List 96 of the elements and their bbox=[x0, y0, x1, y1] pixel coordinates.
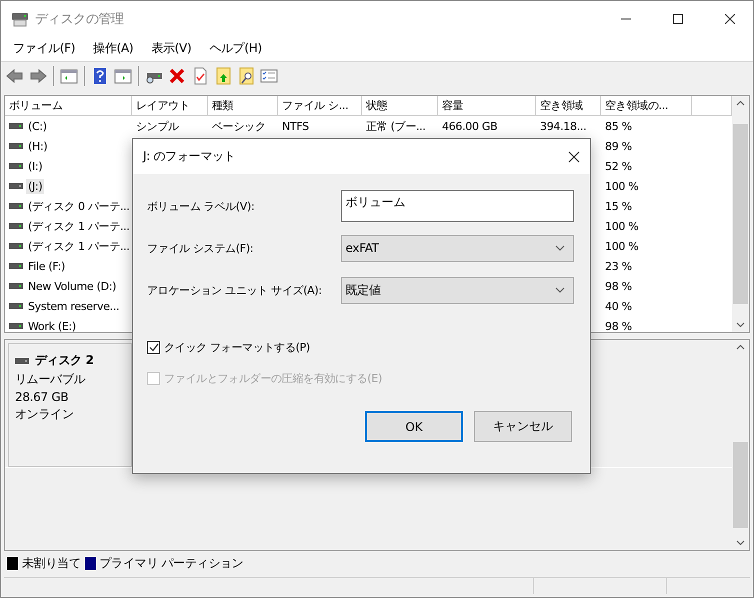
dropdown[interactable]: exFAT bbox=[340, 234, 574, 262]
table-cell: NTFS bbox=[282, 120, 309, 132]
field-label: ボリューム ラベル(V): bbox=[147, 198, 256, 214]
table-cell-text: System reserve... bbox=[27, 298, 120, 314]
pane-icon[interactable] bbox=[114, 66, 132, 84]
drive-icon bbox=[9, 243, 23, 249]
table-cell: 98 % bbox=[605, 320, 632, 332]
table-cell-text: (ディスク 1 パーテ... bbox=[27, 218, 131, 234]
scroll-up-icon[interactable] bbox=[736, 344, 745, 350]
caret-icon bbox=[555, 287, 565, 293]
table-cell: 52 % bbox=[605, 160, 632, 172]
field-label: ファイル システム(F): bbox=[147, 240, 254, 256]
table-cell: 98 % bbox=[605, 280, 632, 292]
table-cell-text: (H:) bbox=[27, 138, 48, 154]
legend-label: 未割り当て bbox=[22, 554, 81, 572]
table-cell: 394.18... bbox=[540, 120, 586, 132]
disk-info-panel[interactable]: ディスク 2 リムーバブル 28.67 GB オンライン bbox=[8, 343, 132, 467]
drive-icon bbox=[9, 223, 23, 229]
table-cell-text: New Volume (D:) bbox=[27, 278, 118, 294]
dropdown[interactable]: 既定値 bbox=[340, 276, 574, 304]
disk-status: オンライン bbox=[15, 406, 75, 423]
window-title: ディスクの管理 bbox=[35, 10, 125, 28]
checkbox-label: クイック フォーマットする(P) bbox=[164, 340, 310, 355]
table-cell: シンプル bbox=[136, 118, 179, 134]
table-cell: 89 % bbox=[605, 140, 632, 152]
column-header[interactable]: 種類 bbox=[208, 96, 278, 116]
column-header[interactable]: 容量 bbox=[438, 96, 536, 116]
disk-drive-icon bbox=[11, 10, 29, 26]
scrollbar[interactable] bbox=[732, 96, 749, 332]
column-header[interactable]: ボリューム bbox=[5, 96, 132, 116]
folder-up-icon[interactable] bbox=[214, 66, 232, 84]
column-header[interactable]: レイアウト bbox=[132, 96, 208, 116]
table-cell-text: File (F:) bbox=[27, 258, 66, 274]
menu-item[interactable]: 操作(A) bbox=[85, 40, 142, 57]
dropdown-value: exFAT bbox=[346, 241, 379, 255]
scrollbar-thumb[interactable] bbox=[733, 124, 748, 304]
table-cell: 100 % bbox=[605, 180, 638, 192]
drive-icon bbox=[9, 303, 23, 309]
close-icon[interactable] bbox=[568, 150, 580, 162]
table-cell: 15 % bbox=[605, 200, 632, 212]
drive-icon bbox=[9, 123, 23, 129]
table-cell: (J:) bbox=[26, 178, 44, 194]
dropdown-value: 既定値 bbox=[346, 282, 381, 298]
column-header[interactable]: ファイル シ... bbox=[278, 96, 362, 116]
table-cell-text: (I:) bbox=[27, 158, 44, 174]
column-header[interactable]: 空き領域 bbox=[536, 96, 601, 116]
field-label: アロケーション ユニット サイズ(A): bbox=[147, 282, 323, 298]
table-cell: 23 % bbox=[605, 260, 632, 272]
table-cell-text: (C:) bbox=[27, 118, 48, 134]
input-field[interactable]: ボリューム bbox=[340, 190, 574, 222]
table-cell-text: (ディスク 1 パーテ... bbox=[27, 238, 131, 254]
dialog-title: J: のフォーマット bbox=[143, 148, 236, 165]
dialog-button[interactable]: キャンセル bbox=[474, 411, 572, 442]
disk-type: リムーバブル bbox=[15, 371, 86, 388]
drive-icon bbox=[9, 283, 23, 289]
delete-icon[interactable] bbox=[168, 66, 186, 84]
drive-icon bbox=[9, 183, 23, 189]
drive-icon bbox=[9, 263, 23, 269]
menu-item[interactable]: ファイル(F) bbox=[5, 40, 84, 57]
drive-icon bbox=[9, 203, 23, 209]
drive-icon bbox=[9, 143, 23, 149]
forward-arrow-icon[interactable] bbox=[29, 66, 47, 84]
folder-search-icon[interactable] bbox=[237, 66, 255, 84]
scroll-down-icon[interactable] bbox=[736, 322, 745, 328]
checkbox-label: ファイルとフォルダーの圧縮を有効にする(E) bbox=[164, 371, 382, 386]
column-header[interactable]: 空き領域の... bbox=[601, 96, 692, 116]
table-cell: ベーシック bbox=[212, 118, 266, 134]
table-cell: 正常 (ブー... bbox=[366, 118, 426, 134]
scrollbar-thumb[interactable] bbox=[733, 442, 748, 528]
pane-icon[interactable] bbox=[60, 66, 78, 84]
maximize-icon[interactable] bbox=[673, 14, 683, 24]
properties-icon[interactable] bbox=[260, 66, 278, 84]
column-header[interactable]: 状態 bbox=[362, 96, 438, 116]
dialog-button[interactable]: OK bbox=[365, 411, 463, 442]
table-cell-text: (ディスク 0 パーテ... bbox=[27, 198, 131, 214]
disk-size: 28.67 GB bbox=[15, 390, 70, 404]
menu-item[interactable]: 表示(V) bbox=[143, 40, 200, 57]
close-icon[interactable] bbox=[725, 14, 735, 24]
drive-icon bbox=[15, 358, 29, 364]
checkbox[interactable] bbox=[147, 341, 160, 354]
table-cell: 40 % bbox=[605, 300, 632, 312]
disk-name: ディスク 2 bbox=[35, 352, 94, 369]
table-cell: 85 % bbox=[605, 120, 632, 132]
table-cell: 100 % bbox=[605, 220, 638, 232]
table-cell-text: Work (E:) bbox=[27, 318, 77, 332]
legend-label: プライマリ パーティション bbox=[100, 554, 244, 572]
drive-icon bbox=[9, 163, 23, 169]
menu-item[interactable]: ヘルプ(H) bbox=[201, 40, 270, 57]
help-icon[interactable] bbox=[91, 66, 109, 84]
scroll-down-icon[interactable] bbox=[736, 540, 745, 546]
table-cell: 100 % bbox=[605, 240, 638, 252]
back-arrow-icon[interactable] bbox=[6, 66, 24, 84]
scroll-up-icon[interactable] bbox=[736, 100, 745, 106]
caret-icon bbox=[555, 245, 565, 251]
table-cell: 466.00 GB bbox=[442, 120, 498, 132]
drive-icon bbox=[9, 323, 23, 329]
